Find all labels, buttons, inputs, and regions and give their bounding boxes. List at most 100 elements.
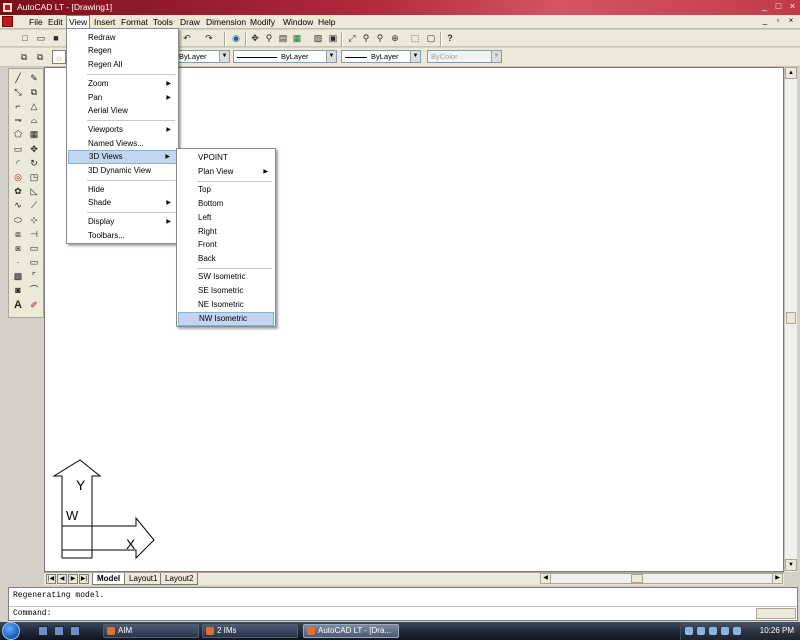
child-restore-button[interactable]: ▫ — [773, 16, 783, 26]
volume-icon[interactable] — [733, 627, 741, 635]
close-button[interactable]: × — [786, 1, 799, 13]
menu-item-right[interactable]: Right — [178, 225, 274, 239]
menu-modify[interactable]: Modify — [250, 17, 275, 27]
command-scrollbar[interactable] — [756, 608, 796, 619]
menu-tools[interactable]: Tools — [153, 17, 173, 27]
tab-layout2[interactable]: Layout2 — [160, 573, 199, 585]
array-icon[interactable]: ▦ — [27, 128, 41, 141]
menu-item-3d-dynamic-view[interactable]: 3D Dynamic View — [68, 164, 177, 178]
scroll-right-icon[interactable]: ▶ — [772, 574, 782, 583]
tray-icon[interactable] — [685, 627, 693, 635]
scale-icon[interactable]: ◳ — [27, 171, 41, 184]
spline-icon[interactable]: ∿ — [11, 199, 25, 212]
menu-view[interactable]: View — [66, 15, 91, 29]
multiline-text-icon[interactable]: A — [11, 299, 25, 312]
revcloud-icon[interactable]: ✿ — [11, 185, 25, 198]
construction-line-icon[interactable]: ⤡ — [11, 86, 25, 99]
maximize-button[interactable]: □ — [772, 1, 785, 13]
zoom-window-icon[interactable]: ⤢ — [345, 31, 359, 45]
menu-item-ne-isometric[interactable]: NE Isometric — [178, 298, 274, 312]
properties-icon[interactable]: ▤ — [276, 31, 290, 45]
layers-icon[interactable]: ⧉ — [17, 50, 31, 64]
quicklaunch-icon[interactable] — [70, 626, 80, 636]
open-folder-icon[interactable]: ▭ — [34, 31, 48, 45]
lightbulb-icon[interactable]: ☼ — [52, 50, 66, 64]
vertical-scroll-thumb[interactable] — [786, 312, 796, 324]
last-tab-icon[interactable]: ▶| — [79, 574, 89, 584]
menu-item-front[interactable]: Front — [178, 238, 274, 252]
scroll-left-icon[interactable]: ◀ — [541, 574, 551, 583]
save-icon[interactable]: ■ — [49, 31, 63, 45]
scroll-up-icon[interactable]: ▲ — [785, 67, 797, 79]
menu-item-shade[interactable]: Shade ▶ — [68, 196, 177, 210]
menu-item-regen[interactable]: Regen — [68, 44, 177, 58]
quicklaunch-icon[interactable] — [54, 626, 64, 636]
minimize-button[interactable]: _ — [758, 1, 771, 13]
menu-item-plan-view[interactable]: Plan View ▶ — [178, 165, 274, 179]
quicklaunch-icon[interactable] — [38, 626, 48, 636]
new-file-icon[interactable]: □ — [18, 31, 32, 45]
scroll-down-icon[interactable]: ▼ — [785, 559, 797, 571]
stretch-icon[interactable]: ◺ — [27, 185, 41, 198]
donut-icon[interactable]: ◎ — [11, 171, 25, 184]
chamfer-icon[interactable]: ⌜ — [27, 270, 41, 283]
command-prompt[interactable]: Command: — [13, 609, 51, 618]
menu-help[interactable]: Help — [318, 17, 335, 27]
child-close-button[interactable]: × — [786, 16, 796, 26]
rotate-icon[interactable]: ↻ — [27, 157, 41, 170]
network-icon[interactable] — [721, 627, 729, 635]
menu-window[interactable]: Window — [283, 17, 313, 27]
menu-item-back[interactable]: Back — [178, 252, 274, 266]
menu-item-left[interactable]: Left — [178, 211, 274, 225]
break-icon[interactable]: ▭ — [27, 256, 41, 269]
make-block-icon[interactable]: ⧆ — [11, 242, 25, 255]
horizontal-scrollbar[interactable]: ◀ ▶ — [540, 573, 783, 584]
tray-icon[interactable] — [697, 627, 705, 635]
menu-item-hide[interactable]: Hide — [68, 183, 177, 197]
zoom-previous-icon[interactable]: ⚲ — [373, 31, 387, 45]
explode-icon[interactable]: ✐ — [27, 299, 41, 312]
menu-format[interactable]: Format — [121, 17, 148, 27]
insert-block-icon[interactable]: ⧈ — [11, 228, 25, 241]
vertical-scrollbar[interactable]: ▲ ▼ — [784, 67, 797, 572]
menu-edit[interactable]: Edit — [48, 17, 63, 27]
erase-icon[interactable]: ✎ — [27, 72, 41, 85]
taskbar-item-autocad[interactable]: AutoCAD LT - [Dra... — [303, 624, 399, 638]
block-icon[interactable]: ▢ — [424, 31, 438, 45]
menu-dimension[interactable]: Dimension — [206, 17, 246, 27]
help-icon[interactable]: ? — [443, 31, 457, 45]
horizontal-scroll-thumb[interactable] — [631, 574, 643, 583]
copy-icon[interactable]: ⧉ — [27, 86, 41, 99]
document-icon[interactable] — [2, 16, 13, 27]
redo-icon[interactable]: ↷ — [202, 31, 216, 45]
zoom-extents-icon[interactable]: ⊕ — [388, 31, 402, 45]
line-icon[interactable]: ╱ — [11, 72, 25, 85]
child-minimize-button[interactable]: _ — [760, 16, 770, 26]
tab-model[interactable]: Model — [92, 573, 126, 585]
menu-item-regen-all[interactable]: Regen All — [68, 58, 177, 72]
lineweight-dropdown[interactable]: ByLayer ▼ — [341, 50, 421, 63]
menu-item-redraw[interactable]: Redraw — [68, 31, 177, 45]
menu-item-se-isometric[interactable]: SE Isometric — [178, 284, 274, 298]
pan-realtime-icon[interactable]: ✥ — [248, 31, 262, 45]
menu-item-nw-isometric[interactable]: NW Isometric — [178, 312, 274, 326]
menu-item-zoom[interactable]: Zoom ▶ — [68, 77, 177, 91]
taskbar-item-ims[interactable]: 2 IMs — [202, 624, 298, 638]
menu-item-toolbars[interactable]: Toolbars... — [68, 229, 177, 243]
break-at-point-icon[interactable]: ▭ — [27, 242, 41, 255]
menu-draw[interactable]: Draw — [180, 17, 200, 27]
menu-item-named-views[interactable]: Named Views... — [68, 137, 177, 151]
fillet-icon[interactable]: ⌒ — [27, 284, 41, 297]
clock[interactable]: 10:26 PM — [760, 626, 794, 635]
next-tab-icon[interactable]: ▶ — [68, 574, 78, 584]
menu-item-3d-views[interactable]: 3D Views ▶ — [68, 150, 177, 164]
menu-item-viewports[interactable]: Viewports ▶ — [68, 123, 177, 137]
region-icon[interactable]: ◙ — [11, 284, 25, 297]
linetype-dropdown[interactable]: ByLayer ▼ — [233, 50, 337, 63]
first-tab-icon[interactable]: |◀ — [46, 574, 56, 584]
polygon-icon[interactable]: ⇁ — [11, 114, 25, 127]
menu-item-vpoint[interactable]: VPOINT — [178, 151, 274, 165]
move-icon[interactable]: ✥ — [27, 143, 41, 156]
zoom-icon[interactable]: ⚲ — [359, 31, 373, 45]
menu-item-display[interactable]: Display ▶ — [68, 215, 177, 229]
